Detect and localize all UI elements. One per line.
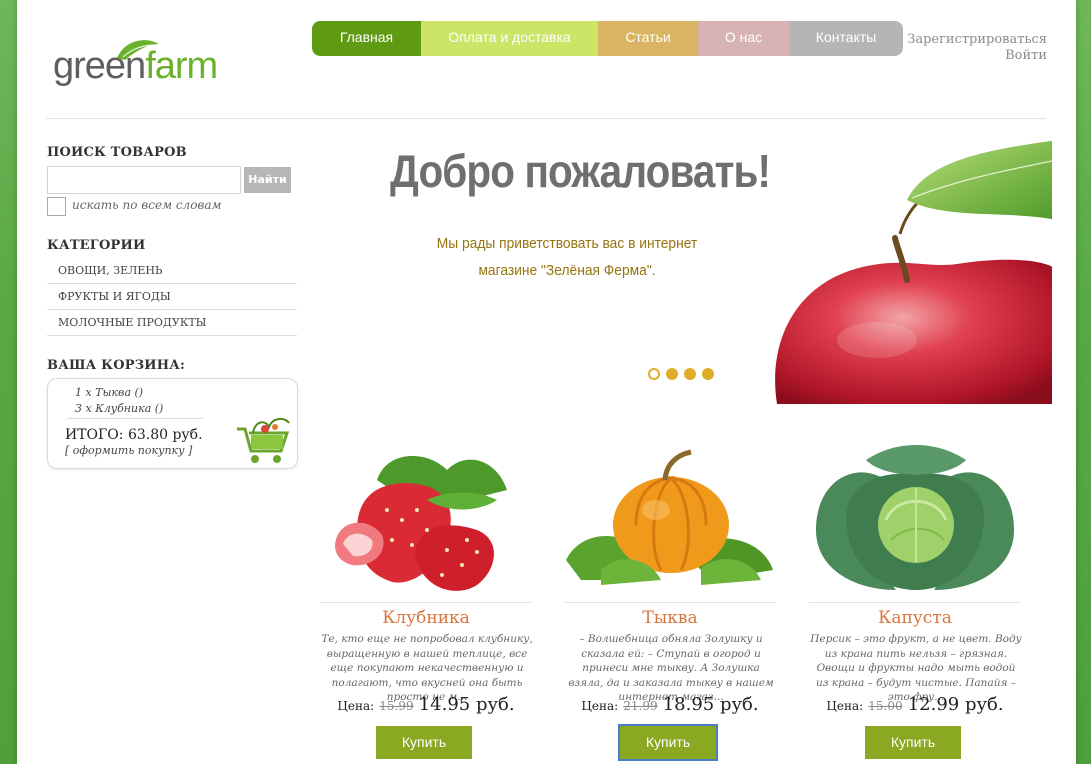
register-link[interactable]: Зарегистрироваться <box>907 32 1047 48</box>
shopping-cart-icon <box>237 417 290 463</box>
price-label: Цена: <box>826 699 864 713</box>
category-list: ОВОЩИ, ЗЕЛЕНЬ ФРУКТЫ И ЯГОДЫ МОЛОЧНЫЕ ПР… <box>47 258 297 336</box>
cart-box: 1 x Тыква () 3 x Клубника () ИТОГО: 63.8… <box>47 378 298 469</box>
price-label: Цена: <box>337 699 375 713</box>
nav-about[interactable]: О нас <box>698 21 789 56</box>
cart-line: 3 x Клубника () <box>75 402 164 415</box>
hero-banner: Добро пожаловать! Мы рады приветствовать… <box>317 130 1052 404</box>
cart-divider <box>67 418 203 419</box>
nav-contacts[interactable]: Контакты <box>789 21 903 56</box>
nav-payment-delivery[interactable]: Оплата и доставка <box>421 21 598 56</box>
slider-dot[interactable] <box>702 368 714 380</box>
old-price: 21.99 <box>623 699 658 713</box>
all-words-label: искать по всем словам <box>72 198 222 212</box>
cabbage-image <box>816 445 1014 590</box>
category-vegetables[interactable]: ОВОЩИ, ЗЕЛЕНЬ <box>47 258 297 284</box>
product-divider <box>809 602 1021 603</box>
product-name[interactable]: Клубника <box>317 608 535 628</box>
product-card: Капуста Персик – это фрукт, а не цвет. В… <box>806 440 1024 760</box>
nav-home[interactable]: Главная <box>312 21 421 56</box>
product-name[interactable]: Капуста <box>806 608 1024 628</box>
cart-total: ИТОГО: 63.80 руб. <box>65 427 203 443</box>
search-input[interactable] <box>47 166 241 194</box>
strawberry-image <box>335 456 507 591</box>
checkout-link[interactable]: [ оформить покупку ] <box>65 444 192 457</box>
old-price: 15.99 <box>379 699 414 713</box>
pumpkin-image <box>566 449 773 585</box>
cart-title: ВАША КОРЗИНА: <box>47 358 186 373</box>
product-card: Клубника Те, кто еще не попробовал клубн… <box>317 440 535 760</box>
cart-line: 1 x Тыква () <box>75 386 144 399</box>
search-button[interactable]: Найти <box>244 167 291 193</box>
new-price: 14.95 руб. <box>418 694 515 715</box>
nav-articles[interactable]: Статьи <box>598 21 698 56</box>
buy-button[interactable]: Купить <box>865 726 961 759</box>
apple-image <box>775 140 1052 404</box>
old-price: 15.00 <box>868 699 903 713</box>
site-logo[interactable]: greenfarm <box>53 40 253 92</box>
all-words-checkbox[interactable] <box>47 197 66 216</box>
new-price: 12.99 руб. <box>907 694 1004 715</box>
new-price: 18.95 руб. <box>662 694 759 715</box>
product-card: Тыква – Волшебница обняла Золушку и сказ… <box>561 440 779 761</box>
banner-text: Мы рады приветствовать вас в интернет ма… <box>436 235 698 279</box>
product-divider <box>564 602 776 603</box>
header-divider <box>46 118 1046 119</box>
search-title: ПОИСК ТОВАРОВ <box>47 145 187 160</box>
product-name[interactable]: Тыква <box>561 608 779 628</box>
main-nav: Главная Оплата и доставка Статьи О нас К… <box>312 21 903 56</box>
price-label: Цена: <box>581 699 619 713</box>
category-fruits[interactable]: ФРУКТЫ И ЯГОДЫ <box>47 284 297 310</box>
product-price: Цена: 15.99 14.95 руб. <box>317 694 535 715</box>
product-price: Цена: 21.99 18.95 руб. <box>561 694 779 715</box>
login-link[interactable]: Войти <box>907 48 1047 64</box>
slider-dot[interactable] <box>666 368 678 380</box>
slider-dots <box>648 368 714 380</box>
leaf-icon <box>117 40 159 60</box>
slider-dot[interactable] <box>684 368 696 380</box>
category-dairy[interactable]: МОЛОЧНЫЕ ПРОДУКТЫ <box>47 310 297 336</box>
banner-title: Добро пожаловать! <box>390 145 771 197</box>
buy-button[interactable]: Купить <box>618 724 718 761</box>
product-price: Цена: 15.00 12.99 руб. <box>806 694 1024 715</box>
page: greenfarm Главная Оплата и доставка Стат… <box>17 0 1076 764</box>
auth-links: Зарегистрироваться Войти <box>907 32 1047 64</box>
slider-dot[interactable] <box>648 368 660 380</box>
product-divider <box>320 602 532 603</box>
categories-title: КАТЕГОРИИ <box>47 238 146 253</box>
buy-button[interactable]: Купить <box>376 726 472 759</box>
